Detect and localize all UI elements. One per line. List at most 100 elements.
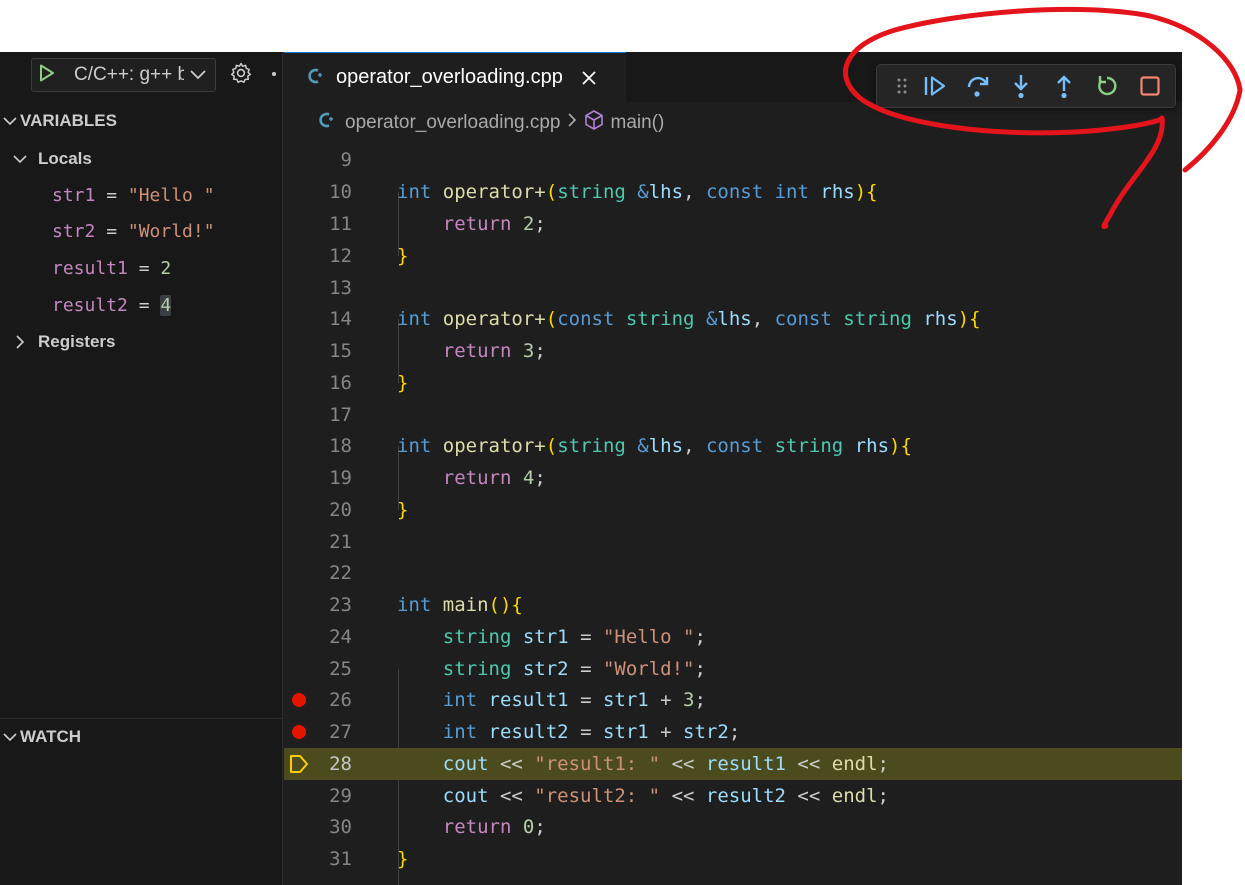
code-line[interactable]: 30 return 0;	[284, 811, 1182, 843]
close-tab-button[interactable]	[577, 66, 601, 90]
variable-name: str2	[52, 220, 96, 242]
code-line[interactable]: 15 return 3;	[284, 335, 1182, 367]
code-line[interactable]: 10 int operator+(string &lhs, const int …	[284, 176, 1182, 208]
tab-title: operator_overloading.cpp	[336, 66, 563, 88]
code-text: int operator+(string &lhs, const int rhs…	[397, 181, 878, 203]
code-line[interactable]: 23 int main(){	[284, 589, 1182, 621]
variable-value: "Hello "	[127, 184, 215, 206]
chevron-right-icon	[10, 335, 30, 349]
code-line[interactable]: 27 int result2 = str1 + str2;	[284, 716, 1182, 748]
code-line[interactable]: 19 return 4;	[284, 462, 1182, 494]
grip-icon	[897, 78, 907, 94]
code-text: return 0;	[442, 816, 546, 838]
registers-label: Registers	[38, 332, 116, 351]
stop-icon	[1139, 76, 1160, 96]
code-text: }	[397, 372, 409, 394]
code-line[interactable]: 18 int operator+(string &lhs, const stri…	[284, 430, 1182, 462]
debug-toolbar	[876, 64, 1176, 108]
variables-section-header[interactable]: VARIABLES	[0, 105, 283, 137]
line-number: 21	[329, 531, 352, 553]
chevron-down-icon	[0, 732, 20, 742]
code-text: string str1 = "Hello ";	[442, 626, 706, 648]
stop-button[interactable]	[1128, 68, 1171, 104]
code-line[interactable]: 14 int operator+(const string &lhs, cons…	[284, 303, 1182, 335]
line-number: 29	[329, 785, 352, 807]
more-actions-icon[interactable]	[272, 72, 276, 76]
code-line[interactable]: 12 }	[284, 240, 1182, 272]
line-number: 24	[329, 626, 352, 648]
code-line[interactable]: 9	[284, 144, 1182, 176]
chevron-down-icon	[10, 154, 30, 164]
code-line[interactable]: 13	[284, 272, 1182, 304]
drag-handle[interactable]	[891, 68, 913, 104]
line-number: 30	[329, 816, 352, 838]
tree-item-locals[interactable]: Locals	[0, 141, 283, 177]
code-line[interactable]: 26 int result1 = str1 + 3;	[284, 684, 1182, 716]
run-config-dropdown[interactable]: C/C++: g++ build and debug active file	[31, 58, 216, 92]
tab-operator-overloading[interactable]: operator_overloading.cpp	[284, 52, 626, 102]
start-debugging-button[interactable]	[32, 59, 62, 91]
line-number: 19	[329, 467, 352, 489]
continue-button[interactable]	[913, 68, 956, 104]
step-into-button[interactable]	[999, 68, 1042, 104]
step-out-button[interactable]	[1042, 68, 1085, 104]
code-line[interactable]: 25 string str2 = "World!";	[284, 653, 1182, 685]
run-config-label: C/C++: g++ build and debug active file	[74, 64, 184, 85]
code-line[interactable]: 21	[284, 526, 1182, 558]
code-line[interactable]: 22	[284, 557, 1182, 589]
vscode-window: C/C++: g++ build and debug active file	[0, 52, 1182, 885]
variable-value: 4	[160, 294, 172, 316]
variable-equals: =	[127, 257, 161, 279]
cube-icon	[583, 109, 605, 137]
code-text: int result1 = str1 + 3;	[442, 689, 706, 711]
debug-settings-button[interactable]	[228, 62, 254, 88]
code-line[interactable]: 11 return 2;	[284, 208, 1182, 240]
breadcrumb-file[interactable]: operator_overloading.cpp	[345, 112, 561, 134]
code-line[interactable]: 17	[284, 399, 1182, 431]
tree-item-registers[interactable]: Registers	[0, 324, 283, 360]
line-number: 17	[329, 404, 352, 426]
restart-button[interactable]	[1085, 68, 1128, 104]
line-number: 20	[329, 499, 352, 521]
variable-row[interactable]: result2 = 4	[52, 287, 172, 323]
line-number: 14	[329, 308, 352, 330]
variable-value: 2	[160, 257, 172, 279]
run-debug-bar: C/C++: g++ build and debug active file	[0, 52, 283, 98]
watch-section-header[interactable]: WATCH	[0, 721, 283, 753]
line-number: 10	[329, 181, 352, 203]
step-into-icon	[1013, 75, 1028, 99]
debug-sidebar: C/C++: g++ build and debug active file	[0, 52, 283, 885]
code-editor[interactable]: 9 10 int operator+(string &lhs, const in…	[284, 144, 1182, 885]
chevron-right-icon	[567, 112, 577, 134]
chevron-down-icon	[184, 69, 212, 81]
line-number: 9	[340, 149, 352, 171]
variable-row[interactable]: result1 = 2	[52, 250, 171, 286]
line-number: 16	[329, 372, 352, 394]
code-text: int main(){	[397, 594, 523, 616]
line-number: 31	[329, 848, 352, 870]
variable-row[interactable]: str1 = "Hello "	[52, 177, 215, 213]
code-text: return 3;	[442, 340, 546, 362]
code-line[interactable]: 20 }	[284, 494, 1182, 526]
code-line[interactable]: 24 string str1 = "Hello ";	[284, 621, 1182, 653]
variable-row[interactable]: str2 = "World!"	[52, 213, 215, 249]
breadcrumb-symbol[interactable]: main()	[611, 112, 665, 134]
code-text: int operator+(const string &lhs, const s…	[397, 308, 981, 330]
code-text: int operator+(string &lhs, const string …	[397, 435, 912, 457]
section-divider	[0, 718, 283, 719]
cpp-file-icon	[306, 66, 326, 90]
code-line-current[interactable]: 28 cout << "result1: " << result1 << end…	[284, 748, 1182, 780]
variable-name: str1	[52, 184, 96, 206]
line-number: 27	[329, 721, 352, 743]
variable-equals: =	[95, 220, 128, 242]
watch-title: WATCH	[20, 727, 82, 746]
code-line[interactable]: 31 }	[284, 843, 1182, 875]
code-text: }	[397, 499, 409, 521]
line-number: 28	[329, 753, 352, 775]
code-line[interactable]: 29 cout << "result2: " << result2 << end…	[284, 780, 1182, 812]
continue-icon	[924, 76, 945, 96]
code-line[interactable]: 16 }	[284, 367, 1182, 399]
step-over-button[interactable]	[956, 68, 999, 104]
variable-equals: =	[127, 294, 161, 316]
code-text: }	[397, 245, 409, 267]
